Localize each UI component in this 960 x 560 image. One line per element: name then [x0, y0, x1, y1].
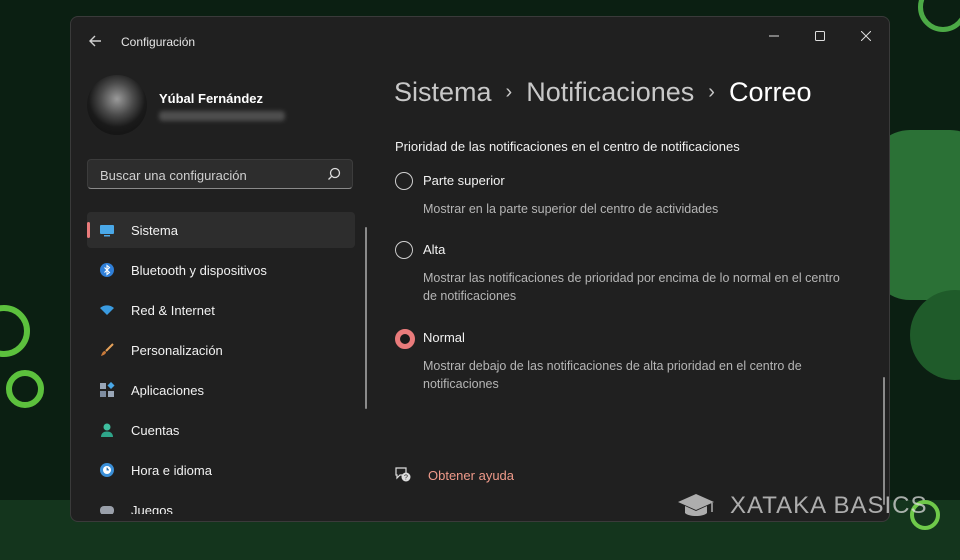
arrow-left-icon: [89, 35, 101, 47]
maximize-button[interactable]: [797, 25, 843, 49]
minimize-icon: [769, 35, 779, 37]
wifi-icon: [100, 305, 114, 315]
monitor-icon: [100, 225, 114, 237]
get-help-link[interactable]: Obtener ayuda: [428, 468, 514, 483]
wallpaper-ring: [918, 0, 960, 32]
wallpaper-shape: [910, 290, 960, 380]
radio-button[interactable]: [395, 172, 413, 190]
sidebar-item-label: Aplicaciones: [131, 383, 204, 398]
sidebar-item-label: Bluetooth y dispositivos: [131, 263, 267, 278]
sidebar-item-bluetooth[interactable]: Bluetooth y dispositivos: [87, 252, 355, 288]
wallpaper-ring: [0, 305, 30, 357]
sidebar-item-label: Cuentas: [131, 423, 180, 438]
sidebar-item-hora[interactable]: Hora e idioma: [87, 452, 355, 488]
main-scrollbar[interactable]: [883, 377, 885, 505]
sidebar-item-personalizacion[interactable]: Personalización: [87, 332, 355, 368]
radio-description: Mostrar debajo de las notificaciones de …: [423, 359, 802, 391]
bluetooth-icon: [100, 263, 114, 277]
sidebar-item-label: Personalización: [131, 343, 223, 358]
breadcrumb-separator: ›: [708, 81, 715, 103]
sidebar-item-juegos[interactable]: Juegos: [87, 492, 355, 514]
sidebar-nav: Sistema Bluetooth y dispositivos Red & I…: [87, 212, 355, 518]
radio-button[interactable]: [395, 241, 413, 259]
watermark-text: XATAKA BASICS: [730, 492, 928, 519]
active-indicator: [87, 222, 90, 238]
help-icon[interactable]: ?: [394, 465, 412, 483]
radio-label[interactable]: Normal: [423, 330, 465, 345]
breadcrumb-notificaciones[interactable]: Notificaciones: [526, 77, 694, 107]
wallpaper-ring: [6, 370, 44, 408]
svg-text:?: ?: [404, 475, 408, 482]
search-icon[interactable]: [326, 166, 342, 182]
section-title: Prioridad de las notificaciones en el ce…: [395, 139, 740, 154]
brush-icon: [101, 343, 114, 356]
breadcrumb-sistema[interactable]: Sistema: [394, 77, 492, 107]
radio-description: Mostrar en la parte superior del centro …: [423, 202, 719, 216]
graduation-cap-icon: [678, 494, 714, 516]
account-icon: [101, 423, 113, 437]
sidebar-item-cuentas[interactable]: Cuentas: [87, 412, 355, 448]
sidebar-item-label: Sistema: [131, 223, 178, 238]
page-title: Correo: [728, 77, 812, 107]
breadcrumb: Sistema › Notificaciones › Correo: [394, 77, 812, 108]
radio-label[interactable]: Parte superior: [423, 173, 505, 188]
sidebar-item-label: Juegos: [131, 503, 173, 514]
back-button[interactable]: [83, 29, 107, 53]
sidebar-item-label: Red & Internet: [131, 303, 215, 318]
gamepad-icon: [100, 506, 114, 514]
sidebar-item-red[interactable]: Red & Internet: [87, 292, 355, 328]
user-email-redacted: [159, 111, 285, 121]
search-box[interactable]: [87, 159, 353, 189]
search-input[interactable]: [98, 166, 322, 184]
radio-label[interactable]: Alta: [423, 242, 445, 257]
maximize-icon: [815, 31, 825, 41]
breadcrumb-separator: ›: [505, 81, 513, 103]
sidebar-scrollbar[interactable]: [365, 227, 367, 409]
sidebar-item-aplicaciones[interactable]: Aplicaciones: [87, 372, 355, 408]
sidebar-item-label: Hora e idioma: [131, 463, 212, 478]
radio-description: Mostrar las notificaciones de prioridad …: [423, 271, 840, 303]
sidebar-item-sistema[interactable]: Sistema: [87, 212, 355, 248]
close-icon: [860, 30, 872, 42]
apps-icon: [100, 382, 115, 397]
app-title: Configuración: [121, 35, 196, 49]
minimize-button[interactable]: [751, 25, 797, 49]
title-bar: Configuración: [71, 17, 889, 57]
close-button[interactable]: [843, 25, 889, 49]
clock-globe-icon: [100, 463, 114, 477]
user-name: Yúbal Fernández: [159, 91, 264, 106]
avatar[interactable]: [87, 75, 147, 135]
radio-button-selected[interactable]: [395, 329, 415, 349]
settings-window: Configuración Yúbal Fernández Sistema: [70, 16, 890, 522]
